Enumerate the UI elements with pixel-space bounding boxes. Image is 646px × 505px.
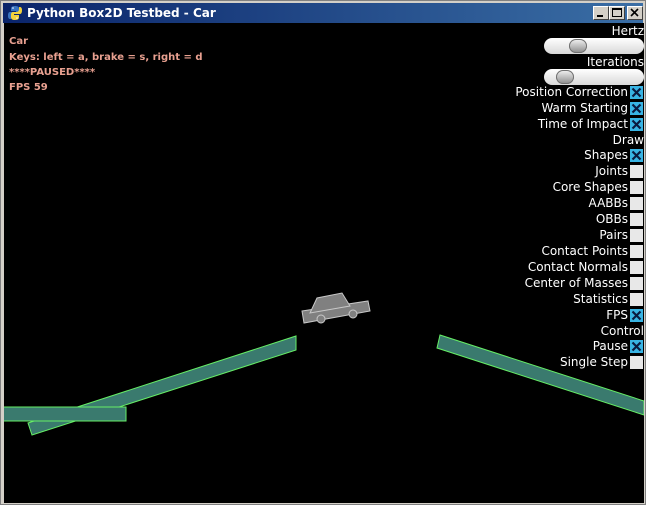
checkbox-aabbs[interactable] [630,197,643,210]
title-bar[interactable]: Python Box2D Testbed - Car [3,3,643,23]
hertz-label: Hertz [611,24,644,38]
draw-heading: Draw [612,133,644,147]
checkbox-position-correction[interactable] [630,86,643,99]
option-label: Shapes [584,148,628,162]
option-label: Time of Impact [537,117,628,131]
car-wheel-rear [316,314,326,324]
car-wheel-front [348,309,358,319]
testbed-window: Python Box2D Testbed - Car Car Keys: lef… [0,0,646,505]
checkmark-x-icon [631,119,642,130]
option-warm-starting[interactable]: Warm Starting [504,101,644,115]
checkbox-pause[interactable] [630,340,643,353]
draw-option-statistics[interactable]: Statistics [504,292,644,306]
checkmark-x-icon [631,87,642,98]
draw-option-center-of-masses[interactable]: Center of Masses [504,276,644,290]
control-option-pause[interactable]: Pause [504,339,644,353]
option-label: Pause [592,339,628,353]
draw-option-contact-points[interactable]: Contact Points [504,244,644,258]
option-label: Center of Masses [524,276,628,290]
maximize-button[interactable] [609,6,625,20]
option-label: FPS [606,308,628,322]
hertz-slider-knob[interactable] [568,39,587,53]
simulation-canvas[interactable]: Car Keys: left = a, brake = s, right = d… [4,23,644,503]
iterations-label: Iterations [586,55,644,69]
option-label: Joints [595,164,628,178]
checkbox-joints[interactable] [630,165,643,178]
checkbox-warm-starting[interactable] [630,102,643,115]
checkbox-contact-normals[interactable] [630,261,643,274]
option-label: AABBs [588,196,628,210]
draw-option-core-shapes[interactable]: Core Shapes [504,180,644,194]
option-label: Core Shapes [552,180,628,194]
python-icon [8,6,22,20]
checkbox-statistics[interactable] [630,293,643,306]
checkbox-time-of-impact[interactable] [630,118,643,131]
draw-option-pairs[interactable]: Pairs [504,228,644,242]
option-position-correction[interactable]: Position Correction [504,85,644,99]
minimize-button[interactable] [593,6,609,20]
option-label: Single Step [559,355,628,369]
maximize-icon [612,8,622,17]
draw-option-aabbs[interactable]: AABBs [504,196,644,210]
option-label: OBBs [595,212,628,226]
checkbox-obbs[interactable] [630,213,643,226]
option-label: Warm Starting [541,101,628,115]
iterations-slider[interactable] [544,69,644,85]
hertz-slider-track [544,38,644,54]
iterations-slider-knob[interactable] [556,70,575,84]
checkbox-contact-points[interactable] [630,245,643,258]
hertz-slider[interactable] [544,38,644,54]
option-label: Position Correction [515,85,628,99]
checkbox-pairs[interactable] [630,229,643,242]
control-heading: Control [600,324,644,338]
draw-option-contact-normals[interactable]: Contact Normals [504,260,644,274]
option-label: Statistics [573,292,628,306]
control-option-single-step[interactable]: Single Step [504,355,644,369]
option-label: Pairs [599,228,628,242]
draw-option-obbs[interactable]: OBBs [504,212,644,226]
draw-option-fps[interactable]: FPS [504,308,644,322]
checkmark-x-icon [631,150,642,161]
ground-flat-left [4,406,127,422]
option-time-of-impact[interactable]: Time of Impact [504,117,644,131]
checkmark-x-icon [631,341,642,352]
checkmark-x-icon [631,310,642,321]
close-button[interactable] [627,6,643,20]
draw-option-shapes[interactable]: Shapes [504,148,644,162]
draw-option-joints[interactable]: Joints [504,164,644,178]
checkbox-fps[interactable] [630,309,643,322]
checkbox-core-shapes[interactable] [630,181,643,194]
minimize-icon [597,15,603,17]
checkbox-shapes[interactable] [630,149,643,162]
checkbox-center-of-masses[interactable] [630,277,643,290]
close-icon [630,8,639,17]
car-body [301,292,371,324]
option-label: Contact Points [541,244,628,258]
option-label: Contact Normals [527,260,628,274]
checkbox-single-step[interactable] [630,356,643,369]
window-title: Python Box2D Testbed - Car [27,6,216,20]
checkmark-x-icon [631,103,642,114]
